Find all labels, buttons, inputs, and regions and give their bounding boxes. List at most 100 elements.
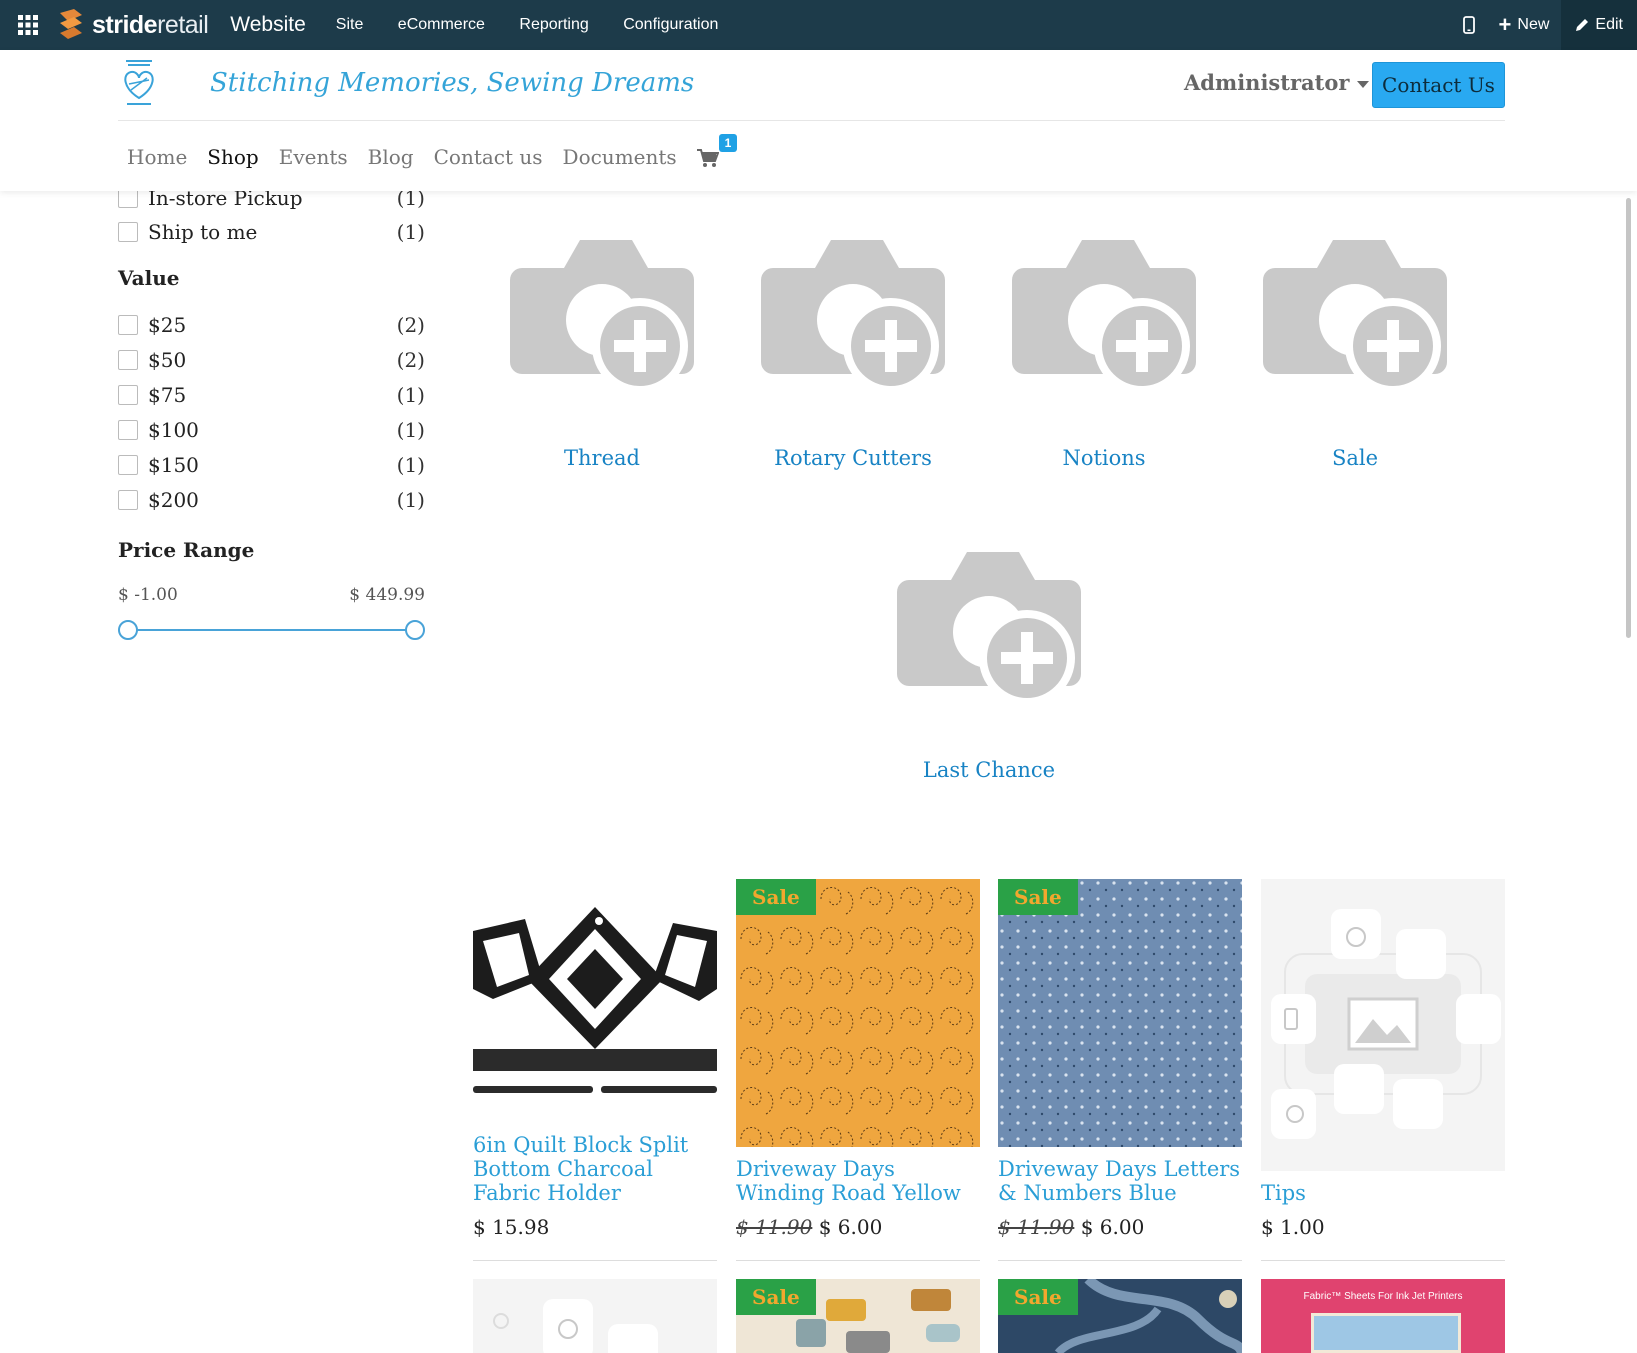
category-rotary-cutters[interactable]: Rotary Cutters (753, 238, 953, 470)
checkbox[interactable] (118, 222, 138, 242)
checkbox[interactable] (118, 455, 138, 475)
checkbox[interactable] (118, 385, 138, 405)
product-image[interactable]: Sale (998, 879, 1242, 1147)
contact-us-button[interactable]: Contact Us (1372, 62, 1505, 108)
filter-value-75[interactable]: $75 (1) (118, 382, 425, 408)
nav-contact-us[interactable]: Contact us (434, 145, 543, 169)
category-label[interactable]: Sale (1255, 446, 1455, 470)
main-nav: Home Shop Events Blog Contact us Documen… (127, 134, 738, 172)
menu-reporting[interactable]: Reporting (519, 16, 588, 33)
menu-ecommerce[interactable]: eCommerce (398, 16, 485, 33)
category-sale[interactable]: Sale (1255, 238, 1455, 470)
product-name[interactable]: Driveway Days Letters & Numbers Blue (998, 1157, 1242, 1205)
cart-icon (696, 149, 719, 167)
ad-text: Fabric™ Sheets For Ink Jet Printers (1303, 1291, 1463, 1302)
product-name[interactable]: Tips (1261, 1181, 1505, 1205)
add-image-camera-icon (510, 240, 694, 394)
new-button[interactable]: + New (1487, 0, 1562, 50)
plus-icon: + (1498, 12, 1512, 37)
menu-configuration[interactable]: Configuration (623, 16, 718, 33)
pencil-icon (1576, 19, 1589, 31)
nav-blog[interactable]: Blog (368, 145, 414, 169)
product-image-placeholder[interactable] (1261, 879, 1505, 1171)
site-header: Stitching Memories, Sewing Dreams Admini… (0, 50, 1637, 191)
price-range-title: Price Range (118, 538, 255, 562)
scrollbar-thumb[interactable] (1626, 198, 1631, 638)
store-logo[interactable] (118, 58, 160, 110)
header-divider (118, 120, 1505, 121)
product-name[interactable]: 6in Quilt Block Split Bottom Charcoal Fa… (473, 1133, 717, 1205)
filter-value-150[interactable]: $150 (1) (118, 452, 425, 478)
price-slider-track[interactable] (128, 629, 415, 631)
checkbox[interactable] (118, 315, 138, 335)
caret-down-icon (1357, 81, 1370, 88)
product-image[interactable]: Fabric™ Sheets For Ink Jet Printers (1261, 1279, 1505, 1353)
sale-badge: Sale (736, 879, 816, 915)
checkbox[interactable] (118, 490, 138, 510)
product-image[interactable]: Sale (736, 1279, 980, 1353)
nav-documents[interactable]: Documents (563, 145, 677, 169)
product-image[interactable]: Sale (998, 1279, 1242, 1353)
card-divider (998, 1260, 1242, 1261)
checkbox[interactable] (118, 350, 138, 370)
mobile-preview-button[interactable] (1451, 0, 1487, 50)
edit-button[interactable]: Edit (1561, 0, 1637, 50)
stride-logo-icon (60, 9, 82, 39)
category-thread[interactable]: Thread (502, 238, 702, 470)
site-tagline: Stitching Memories, Sewing Dreams (210, 68, 695, 98)
cart-button[interactable]: 1 (696, 134, 738, 172)
product-price: $ 11.90 $ 6.00 (736, 1215, 883, 1239)
menu-site[interactable]: Site (336, 16, 364, 33)
category-label[interactable]: Last Chance (889, 758, 1089, 782)
product-price: $ 1.00 (1261, 1215, 1325, 1239)
brand-logo[interactable]: strideretail (56, 7, 209, 43)
product-price: $ 11.90 $ 6.00 (998, 1215, 1145, 1239)
filter-ship-to-me[interactable]: Ship to me (1) (118, 219, 425, 245)
category-last-chance[interactable]: Last Chance (889, 550, 1089, 782)
category-notions[interactable]: Notions (1004, 238, 1204, 470)
sale-badge: Sale (998, 1279, 1078, 1315)
sale-badge: Sale (998, 879, 1078, 915)
checkbox[interactable] (118, 188, 138, 208)
category-label[interactable]: Rotary Cutters (753, 446, 953, 470)
brand-name: strideretail (92, 10, 209, 39)
old-price: $ 11.90 (736, 1215, 813, 1239)
apps-menu-icon[interactable] (0, 0, 56, 50)
add-image-camera-icon (1263, 240, 1447, 394)
product-card[interactable]: Tips $ 1.00 (1261, 879, 1505, 1239)
card-divider (1261, 1260, 1505, 1261)
filter-value-200[interactable]: $200 (1) (118, 487, 425, 513)
price-slider-max-handle[interactable] (405, 620, 425, 640)
product-card[interactable]: Sale Driveway Days Winding Road Yellow $… (736, 879, 980, 1239)
category-label[interactable]: Notions (1004, 446, 1204, 470)
product-card[interactable]: Sale Driveway Days Letters & Numbers Blu… (998, 879, 1242, 1239)
card-divider (736, 1260, 980, 1261)
nav-home[interactable]: Home (127, 145, 187, 169)
cart-count-badge: 1 (718, 134, 738, 152)
filter-value-25[interactable]: $25 (2) (118, 312, 425, 338)
filter-value-50[interactable]: $50 (2) (118, 347, 425, 373)
price-slider-min-handle[interactable] (118, 620, 138, 640)
add-image-camera-icon (897, 552, 1081, 706)
product-card[interactable]: 6in Quilt Block Split Bottom Charcoal Fa… (473, 879, 717, 1239)
mobile-icon (1462, 16, 1475, 34)
value-filter-title: Value (118, 266, 180, 290)
category-label[interactable]: Thread (502, 446, 702, 470)
add-image-camera-icon (761, 240, 945, 394)
add-image-camera-icon (1012, 240, 1196, 394)
product-price: $ 15.98 (473, 1215, 550, 1239)
app-title: Website (230, 13, 306, 36)
page-scrollbar[interactable] (1623, 190, 1633, 640)
ad-image (1311, 1313, 1461, 1353)
admin-topbar: strideretail Website Site eCommerce Repo… (0, 0, 1637, 50)
user-menu[interactable]: Administrator (1184, 70, 1370, 95)
product-image-placeholder[interactable] (473, 1279, 717, 1353)
sale-badge: Sale (736, 1279, 816, 1315)
nav-shop[interactable]: Shop (207, 145, 258, 169)
filter-value-100[interactable]: $100 (1) (118, 417, 425, 443)
product-name[interactable]: Driveway Days Winding Road Yellow (736, 1157, 980, 1205)
product-image[interactable] (473, 879, 717, 1123)
nav-events[interactable]: Events (279, 145, 348, 169)
checkbox[interactable] (118, 420, 138, 440)
product-image[interactable]: Sale (736, 879, 980, 1147)
